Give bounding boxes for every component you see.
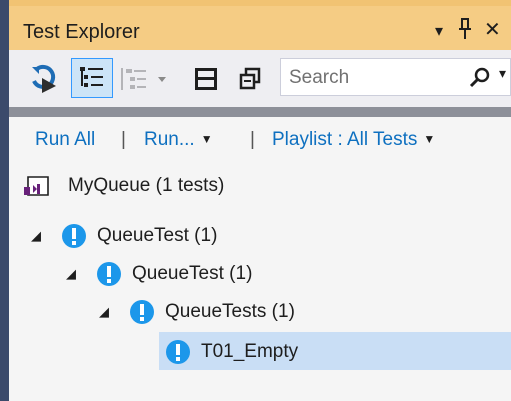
toolbar-separator xyxy=(9,107,511,117)
playlist-dropdown[interactable]: Playlist : All Tests ▼ xyxy=(272,129,435,151)
visual-studio-project-icon xyxy=(24,174,52,198)
search-input[interactable] xyxy=(287,65,461,91)
window-frame-left xyxy=(0,0,9,401)
chevron-down-icon: ▼ xyxy=(423,132,436,146)
tree-item-test[interactable]: T01_Empty xyxy=(165,336,298,368)
run-all-link[interactable]: Run All xyxy=(35,129,95,151)
not-run-icon xyxy=(165,339,191,365)
copy-icon xyxy=(239,67,261,90)
test-list-panel: Run All | Run... ▼ | Playlist : All Tests… xyxy=(9,117,511,401)
tree-item-label: QueueTests (1) xyxy=(165,301,295,322)
divider: | xyxy=(250,129,255,150)
not-run-icon xyxy=(61,223,87,249)
expanded-arrow-icon[interactable]: ◢ xyxy=(31,228,47,244)
run-label: Run... xyxy=(144,129,195,150)
expand-all-button[interactable] xyxy=(189,60,223,98)
expand-all-icon xyxy=(195,68,217,90)
divider: | xyxy=(121,129,126,150)
group-by-icon xyxy=(121,68,166,90)
toolbar: ▾ xyxy=(9,50,511,107)
expanded-arrow-icon[interactable]: ◢ xyxy=(99,304,115,320)
playlist-label: Playlist : All Tests xyxy=(272,129,418,150)
chevron-down-icon: ▼ xyxy=(200,132,213,146)
window-title: Test Explorer xyxy=(23,21,140,43)
expanded-arrow-icon[interactable]: ◢ xyxy=(66,266,82,282)
not-run-icon xyxy=(96,261,122,287)
hierarchy-view-icon xyxy=(80,67,103,87)
pin-icon[interactable] xyxy=(458,18,472,46)
search-icon[interactable] xyxy=(469,67,491,89)
tree-item-level3[interactable]: ◢ QueueTests (1) xyxy=(99,296,295,328)
close-icon[interactable]: ✕ xyxy=(484,18,501,42)
tree-item-label: MyQueue (1 tests) xyxy=(68,175,225,196)
tree-item-project[interactable]: MyQueue (1 tests) xyxy=(24,170,224,202)
tree-item-level1[interactable]: ◢ QueueTest (1) xyxy=(31,220,217,252)
run-dropdown[interactable]: Run... ▼ xyxy=(144,129,213,151)
tree-item-label: T01_Empty xyxy=(201,341,299,362)
refresh-icon xyxy=(32,64,56,93)
tree-item-label: QueueTest (1) xyxy=(97,225,218,246)
copy-button[interactable] xyxy=(233,60,267,98)
not-run-icon xyxy=(129,299,155,325)
refresh-button[interactable] xyxy=(27,60,61,98)
title-bar[interactable]: Test Explorer ▾ ✕ xyxy=(9,0,511,50)
search-box[interactable]: ▾ xyxy=(280,58,511,96)
group-by-button[interactable] xyxy=(119,60,175,98)
window-dropdown-icon[interactable]: ▾ xyxy=(435,20,443,44)
tree-item-level2[interactable]: ◢ QueueTest (1) xyxy=(66,258,252,290)
hierarchy-view-button[interactable] xyxy=(71,58,113,98)
tree-item-label: QueueTest (1) xyxy=(132,263,253,284)
search-options-icon[interactable]: ▾ xyxy=(499,65,506,82)
